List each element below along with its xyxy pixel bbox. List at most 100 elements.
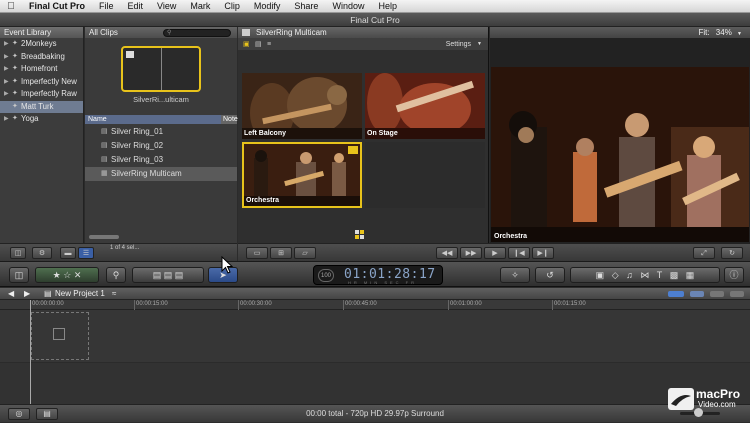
event-item-selected[interactable]: ✦ Matt Turk bbox=[0, 100, 83, 113]
viewer-header: Fit: 34% ▼ bbox=[490, 27, 750, 38]
generators-browser-icon[interactable]: ▩ bbox=[670, 270, 679, 280]
enhancements-icon[interactable]: ✧ bbox=[500, 267, 530, 283]
clip-row[interactable]: ▤ Silver Ring_02 bbox=[85, 139, 237, 153]
search-icon: ⚲ bbox=[167, 29, 172, 36]
skimming-icon[interactable] bbox=[690, 291, 704, 297]
column-notes[interactable]: Note bbox=[221, 115, 238, 124]
search-input[interactable]: ⚲ bbox=[163, 28, 231, 37]
project-name[interactable]: New Project 1 bbox=[55, 288, 105, 300]
filmstrip-view-button[interactable]: ▬ bbox=[60, 247, 76, 259]
menu-help[interactable]: Help bbox=[371, 1, 404, 11]
disclosure-triangle-icon[interactable]: ▶ bbox=[4, 63, 12, 76]
clip-appearance-icon[interactable] bbox=[668, 291, 684, 297]
import-media-button[interactable]: ◫ bbox=[9, 267, 29, 283]
event-item[interactable]: ▶ ✦ Imperfectly New bbox=[0, 76, 83, 89]
clip-row[interactable]: ▤ Silver Ring_03 bbox=[85, 153, 237, 167]
media-browsers[interactable]: ▣ ◇ ♫ ⋈ T ▩ ▦ bbox=[570, 267, 720, 283]
event-library-title: Event Library bbox=[0, 27, 83, 38]
menu-window[interactable]: Window bbox=[325, 1, 371, 11]
forward-arrow-icon[interactable]: ▶ bbox=[24, 288, 30, 300]
next-edit-button[interactable]: ▶❙ bbox=[532, 247, 554, 259]
previous-edit-button[interactable]: ❙◀ bbox=[508, 247, 530, 259]
menu-modify[interactable]: Modify bbox=[247, 1, 288, 11]
angle-orchestra-active[interactable]: Orchestra bbox=[242, 142, 362, 208]
event-item[interactable]: ▶ ✦ Breadbaking bbox=[0, 51, 83, 64]
event-item[interactable]: ▶ ✦ Yoga bbox=[0, 113, 83, 126]
video-only-icon[interactable]: ▤ bbox=[255, 40, 267, 48]
disclosure-triangle-icon[interactable]: ▶ bbox=[4, 113, 12, 126]
chevron-down-icon[interactable]: ▼ bbox=[477, 41, 482, 47]
disclosure-triangle-icon[interactable]: ▶ bbox=[4, 88, 12, 101]
audio-meters-icon[interactable]: ◎ bbox=[8, 408, 30, 420]
edit-buttons[interactable]: ▤ ▤ ▤ bbox=[132, 267, 204, 283]
angle-left-balcony[interactable]: Left Balcony bbox=[242, 73, 362, 139]
playhead[interactable] bbox=[30, 300, 31, 404]
clip-filter-dropdown[interactable]: All Clips bbox=[85, 28, 163, 37]
audio-only-icon[interactable]: ≡ bbox=[267, 41, 279, 48]
favorite-icon[interactable]: ★ bbox=[53, 270, 61, 280]
dashboard-timecode[interactable]: 100 01:01:28:17 HR MIN SEC FR bbox=[313, 265, 443, 285]
menu-view[interactable]: View bbox=[150, 1, 183, 11]
themes-browser-icon[interactable]: ▦ bbox=[686, 270, 695, 280]
inspector-icon[interactable]: ⓘ bbox=[724, 267, 744, 283]
crop-icon[interactable]: ▱ bbox=[294, 247, 316, 259]
disclosure-triangle-icon[interactable]: ▶ bbox=[4, 38, 12, 51]
play-button[interactable]: ▶ bbox=[484, 247, 506, 259]
snapping-icon[interactable] bbox=[730, 291, 744, 297]
list-view-button[interactable]: ☰ bbox=[78, 247, 94, 259]
photos-browser-icon[interactable]: ◇ bbox=[612, 270, 619, 280]
scrollbar[interactable] bbox=[89, 235, 119, 239]
menu-file[interactable]: File bbox=[92, 1, 121, 11]
timeline-ruler[interactable]: 00:00:00:00 00:00:15:00 00:00:30:00 00:0… bbox=[0, 300, 750, 310]
keyword-icon[interactable]: ⚲ bbox=[106, 267, 126, 283]
event-library-toggle-button[interactable]: ◫ bbox=[10, 247, 26, 259]
audio-skimming-icon[interactable] bbox=[710, 291, 724, 297]
filmstrip-thumbnail[interactable] bbox=[121, 46, 201, 92]
apple-icon[interactable]:  bbox=[0, 1, 22, 12]
aspect-icon[interactable]: ▭ bbox=[246, 247, 268, 259]
clip-row-selected[interactable]: ▦ SilverRing Multicam bbox=[85, 167, 237, 181]
effects-browser-icon[interactable]: ▣ bbox=[596, 270, 605, 280]
menu-clip[interactable]: Clip bbox=[217, 1, 247, 11]
menu-edit[interactable]: Edit bbox=[121, 1, 151, 11]
rewind-button[interactable]: ◀◀ bbox=[436, 247, 458, 259]
event-item[interactable]: ▶ ✦ Homefront bbox=[0, 63, 83, 76]
column-name[interactable]: Name bbox=[85, 115, 221, 124]
rating-buttons[interactable]: ★ ☆ ✕ bbox=[35, 267, 99, 283]
angle-on-stage[interactable]: On Stage bbox=[365, 73, 485, 139]
viewer-footer: ▭ ⊞ ▱ ◀◀ ▶▶ ▶ ❙◀ ▶❙ ⤢ ↻ bbox=[238, 243, 750, 261]
angle-bank-icon[interactable] bbox=[355, 230, 365, 240]
event-item[interactable]: ▶ ✦ 2Monkeys bbox=[0, 38, 83, 51]
transform-icon[interactable]: ⊞ bbox=[270, 247, 292, 259]
menu-share[interactable]: Share bbox=[287, 1, 325, 11]
disclosure-triangle-icon[interactable]: ▶ bbox=[4, 51, 12, 64]
viewer-image[interactable]: Orchestra bbox=[491, 67, 749, 242]
gear-icon[interactable]: ⚙ bbox=[32, 247, 52, 259]
settings-dropdown[interactable]: Settings bbox=[446, 41, 471, 48]
clip-icon: ▤ bbox=[101, 156, 108, 163]
music-browser-icon[interactable]: ♫ bbox=[626, 270, 633, 280]
video-audio-switch-icon[interactable]: ▣ bbox=[243, 40, 255, 48]
retime-icon[interactable]: ↺ bbox=[535, 267, 565, 283]
clip-row[interactable]: ▤ Silver Ring_01 bbox=[85, 125, 237, 139]
unrated-icon[interactable]: ☆ bbox=[63, 270, 71, 280]
back-arrow-icon[interactable]: ◀ bbox=[8, 288, 14, 300]
loop-icon[interactable]: ↻ bbox=[721, 247, 743, 259]
transitions-browser-icon[interactable]: ⋈ bbox=[640, 270, 649, 280]
timeline-index-icon[interactable]: ≈ bbox=[112, 288, 116, 300]
fast-forward-button[interactable]: ▶▶ bbox=[460, 247, 482, 259]
zoom-dropdown[interactable]: 34% bbox=[716, 28, 732, 37]
window-title: Final Cut Pro bbox=[0, 13, 750, 27]
chevron-down-icon[interactable]: ▼ bbox=[737, 31, 742, 37]
titles-browser-icon[interactable]: T bbox=[657, 270, 663, 280]
timeline-index-button[interactable]: ▤ bbox=[36, 408, 58, 420]
menu-mark[interactable]: Mark bbox=[183, 1, 217, 11]
fullscreen-icon[interactable]: ⤢ bbox=[693, 247, 715, 259]
viewer: Fit: 34% ▼ Orchestra bbox=[490, 27, 750, 243]
event-item[interactable]: ▶ ✦ Imperfectly Raw bbox=[0, 88, 83, 101]
menu-app[interactable]: Final Cut Pro bbox=[22, 1, 92, 11]
reject-icon[interactable]: ✕ bbox=[74, 270, 82, 280]
timeline-area[interactable] bbox=[0, 310, 750, 404]
disclosure-triangle-icon[interactable]: ▶ bbox=[4, 76, 12, 89]
menu-bar:  Final Cut Pro File Edit View Mark Clip… bbox=[0, 0, 750, 13]
